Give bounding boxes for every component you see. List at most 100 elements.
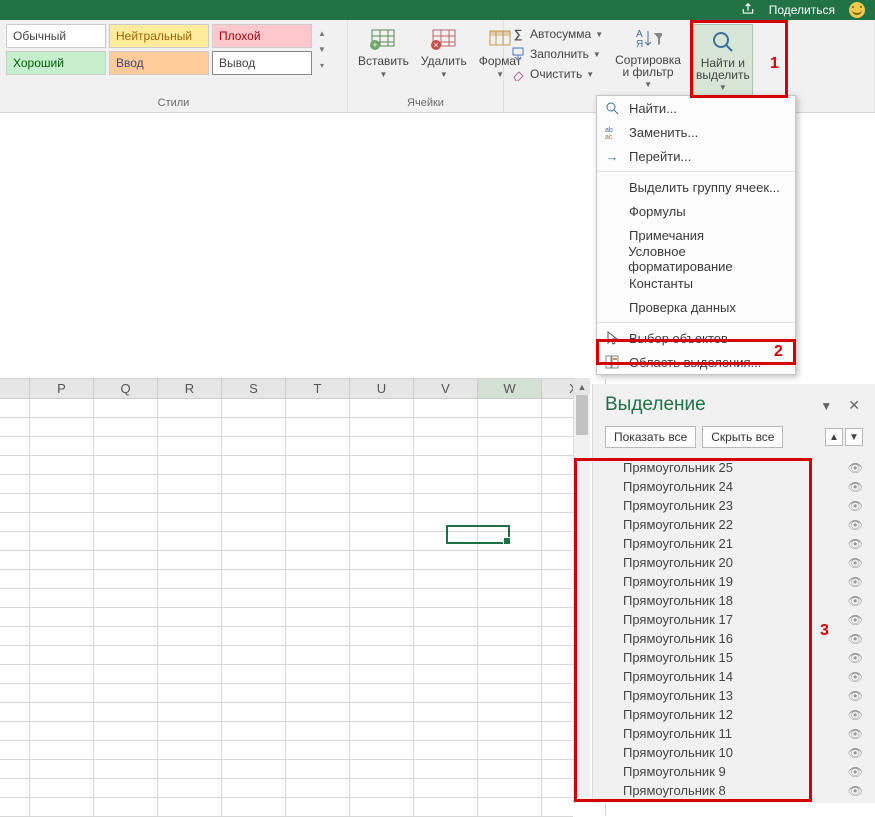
grid-row[interactable] bbox=[0, 646, 573, 665]
grid-row[interactable] bbox=[0, 703, 573, 722]
visibility-icon[interactable]: 👁 bbox=[848, 461, 863, 475]
menu-goto-special[interactable]: Выделить группу ячеек... bbox=[597, 175, 795, 199]
menu-constants[interactable]: Константы bbox=[597, 271, 795, 295]
visibility-icon[interactable]: 👁 bbox=[848, 499, 863, 513]
style-bad[interactable]: Плохой bbox=[212, 24, 312, 48]
menu-selection-pane[interactable]: Область выделения... bbox=[597, 350, 795, 374]
grid-row[interactable] bbox=[0, 798, 573, 817]
shape-list-item[interactable]: Прямоугольник 15👁 bbox=[605, 648, 863, 667]
column-header[interactable]: V bbox=[414, 379, 478, 398]
visibility-icon[interactable]: 👁 bbox=[848, 708, 863, 722]
grid-row[interactable] bbox=[0, 779, 573, 798]
insert-button[interactable]: + Вставить ▼ bbox=[354, 24, 413, 81]
move-down-icon[interactable]: ▼ bbox=[845, 428, 863, 446]
visibility-icon[interactable]: 👁 bbox=[848, 746, 863, 760]
style-good[interactable]: Хороший bbox=[6, 51, 106, 75]
find-select-button[interactable]: Найти и выделить ▼ bbox=[693, 24, 753, 97]
grid-row[interactable] bbox=[0, 722, 573, 741]
grid-row[interactable] bbox=[0, 475, 573, 494]
visibility-icon[interactable]: 👁 bbox=[848, 613, 863, 627]
grid-row[interactable] bbox=[0, 741, 573, 760]
grid-row[interactable] bbox=[0, 608, 573, 627]
shape-list-item[interactable]: Прямоугольник 21👁 bbox=[605, 534, 863, 553]
hide-all-button[interactable]: Скрыть все bbox=[702, 426, 783, 448]
styles-more[interactable]: ▲▼▾ bbox=[312, 24, 332, 75]
grid-row[interactable] bbox=[0, 570, 573, 589]
shape-list-item[interactable]: Прямоугольник 20👁 bbox=[605, 553, 863, 572]
visibility-icon[interactable]: 👁 bbox=[848, 632, 863, 646]
grid-row[interactable] bbox=[0, 456, 573, 475]
visibility-icon[interactable]: 👁 bbox=[848, 689, 863, 703]
autosum-button[interactable]: ∑ Автосумма ▼ bbox=[510, 26, 603, 42]
grid-row[interactable] bbox=[0, 418, 573, 437]
column-header[interactable]: Q bbox=[94, 379, 158, 398]
visibility-icon[interactable]: 👁 bbox=[848, 518, 863, 532]
visibility-icon[interactable]: 👁 bbox=[848, 784, 863, 798]
visibility-icon[interactable]: 👁 bbox=[848, 651, 863, 665]
style-input[interactable]: Ввод bbox=[109, 51, 209, 75]
shape-list-item[interactable]: Прямоугольник 9👁 bbox=[605, 762, 863, 781]
shape-list-item[interactable]: Прямоугольник 11👁 bbox=[605, 724, 863, 743]
vertical-scrollbar[interactable]: ▲ bbox=[573, 378, 590, 803]
menu-validation[interactable]: Проверка данных bbox=[597, 295, 795, 319]
grid-row[interactable] bbox=[0, 494, 573, 513]
grid-row[interactable] bbox=[0, 627, 573, 646]
move-up-icon[interactable]: ▲ bbox=[825, 428, 843, 446]
column-headers[interactable]: PQRSTUVWX bbox=[0, 378, 573, 399]
column-header[interactable]: T bbox=[286, 379, 350, 398]
shape-list-item[interactable]: Прямоугольник 25👁 bbox=[605, 458, 863, 477]
grid-row[interactable] bbox=[0, 760, 573, 779]
menu-goto[interactable]: → Перейти... bbox=[597, 144, 795, 168]
style-neutral[interactable]: Нейтральный bbox=[109, 24, 209, 48]
visibility-icon[interactable]: 👁 bbox=[848, 727, 863, 741]
grid-row[interactable] bbox=[0, 665, 573, 684]
grid-row[interactable] bbox=[0, 551, 573, 570]
column-header[interactable]: R bbox=[158, 379, 222, 398]
fill-button[interactable]: Заполнить ▼ bbox=[510, 46, 603, 62]
shape-list-item[interactable]: Прямоугольник 8👁 bbox=[605, 781, 863, 800]
worksheet-grid[interactable]: PQRSTUVWX bbox=[0, 378, 573, 803]
shape-list-item[interactable]: Прямоугольник 14👁 bbox=[605, 667, 863, 686]
share-label[interactable]: Поделиться bbox=[769, 3, 835, 17]
menu-condfmt[interactable]: Условное форматирование bbox=[597, 247, 795, 271]
shape-list-item[interactable]: Прямоугольник 23👁 bbox=[605, 496, 863, 515]
style-output[interactable]: Вывод bbox=[212, 51, 312, 75]
sort-filter-button[interactable]: AЯ Сортировка и фильтр ▼ bbox=[611, 24, 685, 97]
visibility-icon[interactable]: 👁 bbox=[848, 556, 863, 570]
column-header[interactable]: U bbox=[350, 379, 414, 398]
shape-list-item[interactable]: Прямоугольник 13👁 bbox=[605, 686, 863, 705]
grid-row[interactable] bbox=[0, 437, 573, 456]
shape-list-item[interactable]: Прямоугольник 19👁 bbox=[605, 572, 863, 591]
menu-select-objects[interactable]: Выбор объектов bbox=[597, 326, 795, 350]
delete-button[interactable]: × Удалить ▼ bbox=[417, 24, 471, 81]
show-all-button[interactable]: Показать все bbox=[605, 426, 696, 448]
shape-list-item[interactable]: Прямоугольник 18👁 bbox=[605, 591, 863, 610]
shape-list-item[interactable]: Прямоугольник 12👁 bbox=[605, 705, 863, 724]
menu-formulas[interactable]: Формулы bbox=[597, 199, 795, 223]
visibility-icon[interactable]: 👁 bbox=[848, 594, 863, 608]
grid-row[interactable] bbox=[0, 399, 573, 418]
visibility-icon[interactable]: 👁 bbox=[848, 765, 863, 779]
shape-list-item[interactable]: Прямоугольник 24👁 bbox=[605, 477, 863, 496]
visibility-icon[interactable]: 👁 bbox=[848, 670, 863, 684]
close-icon[interactable]: ✕ bbox=[845, 396, 863, 415]
feedback-icon[interactable] bbox=[849, 2, 865, 18]
menu-replace[interactable]: abac Заменить... bbox=[597, 120, 795, 144]
grid-row[interactable] bbox=[0, 684, 573, 703]
column-header[interactable]: P bbox=[30, 379, 94, 398]
visibility-icon[interactable]: 👁 bbox=[848, 537, 863, 551]
column-header[interactable]: W bbox=[478, 379, 542, 398]
column-header[interactable]: S bbox=[222, 379, 286, 398]
scroll-thumb[interactable] bbox=[576, 395, 588, 435]
scroll-up-icon[interactable]: ▲ bbox=[574, 378, 590, 395]
shape-list-item[interactable]: Прямоугольник 10👁 bbox=[605, 743, 863, 762]
grid-row[interactable] bbox=[0, 589, 573, 608]
visibility-icon[interactable]: 👁 bbox=[848, 575, 863, 589]
style-normal[interactable]: Обычный bbox=[6, 24, 106, 48]
pane-menu-icon[interactable]: ▼ bbox=[817, 398, 835, 414]
chevron-down-icon: ▼ bbox=[379, 70, 387, 79]
shape-list-item[interactable]: Прямоугольник 22👁 bbox=[605, 515, 863, 534]
menu-find[interactable]: Найти... bbox=[597, 96, 795, 120]
visibility-icon[interactable]: 👁 bbox=[848, 480, 863, 494]
clear-button[interactable]: Очистить ▼ bbox=[510, 66, 603, 82]
